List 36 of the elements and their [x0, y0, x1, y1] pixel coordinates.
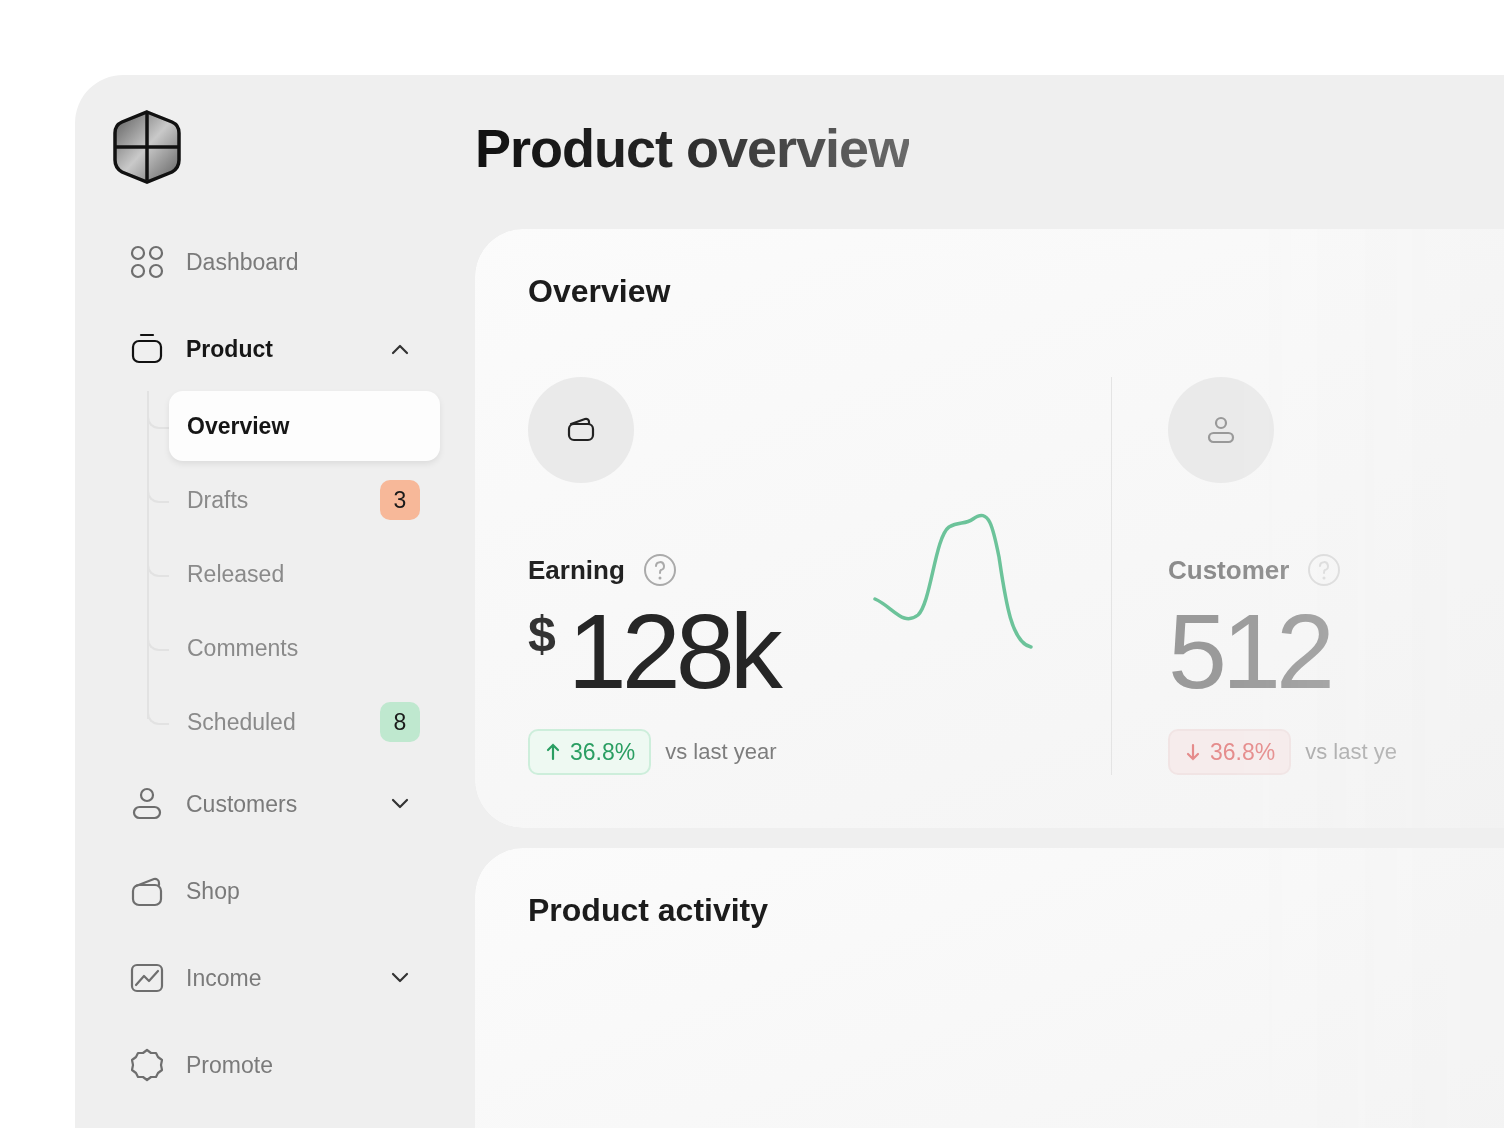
- grid-icon: [130, 245, 164, 279]
- nav-subitem[interactable]: Scheduled 8: [169, 687, 440, 757]
- metric-label: Earning: [528, 554, 625, 586]
- chevron-icon[interactable]: [390, 972, 410, 984]
- nav-subitem[interactable]: Overview: [169, 391, 440, 461]
- nav-item[interactable]: Product: [130, 319, 440, 379]
- logo-icon: [112, 110, 182, 184]
- chevron-icon[interactable]: [390, 798, 410, 810]
- nav-subitem[interactable]: Drafts 3: [169, 465, 440, 535]
- user-icon: [1206, 415, 1236, 445]
- metric-value: 512: [1168, 601, 1330, 701]
- tray-icon: [130, 332, 164, 366]
- user-icon: [130, 787, 164, 821]
- comparison-text: vs last year: [665, 739, 777, 765]
- nav-item[interactable]: Shop: [130, 861, 440, 921]
- arrow-icon: [546, 742, 560, 762]
- metric-label: Customer: [1168, 554, 1290, 586]
- trend-badge: 36.8%: [528, 729, 652, 775]
- nav-subitem[interactable]: Released: [169, 539, 440, 609]
- count-badge: 8: [380, 702, 420, 742]
- count-badge: 3: [380, 480, 420, 520]
- card-title: Product activity: [528, 891, 770, 930]
- card-title: Overview: [528, 272, 672, 311]
- nav-item[interactable]: Customers: [130, 774, 440, 834]
- nav-item[interactable]: Income: [130, 948, 440, 1008]
- nav-subitem[interactable]: Comments: [169, 613, 440, 683]
- metric-value: 128k: [567, 601, 778, 701]
- badge-icon: [130, 1048, 164, 1082]
- nav-item[interactable]: Promote: [130, 1035, 440, 1095]
- chevron-icon[interactable]: [390, 343, 410, 355]
- trend-badge: 36.8%: [1168, 729, 1292, 775]
- currency-symbol: $: [528, 605, 556, 664]
- comparison-text: vs last ye: [1305, 739, 1397, 765]
- chart-icon: [130, 961, 164, 995]
- arrow-icon: [1186, 742, 1200, 762]
- nav-item[interactable]: Dashboard: [130, 232, 440, 292]
